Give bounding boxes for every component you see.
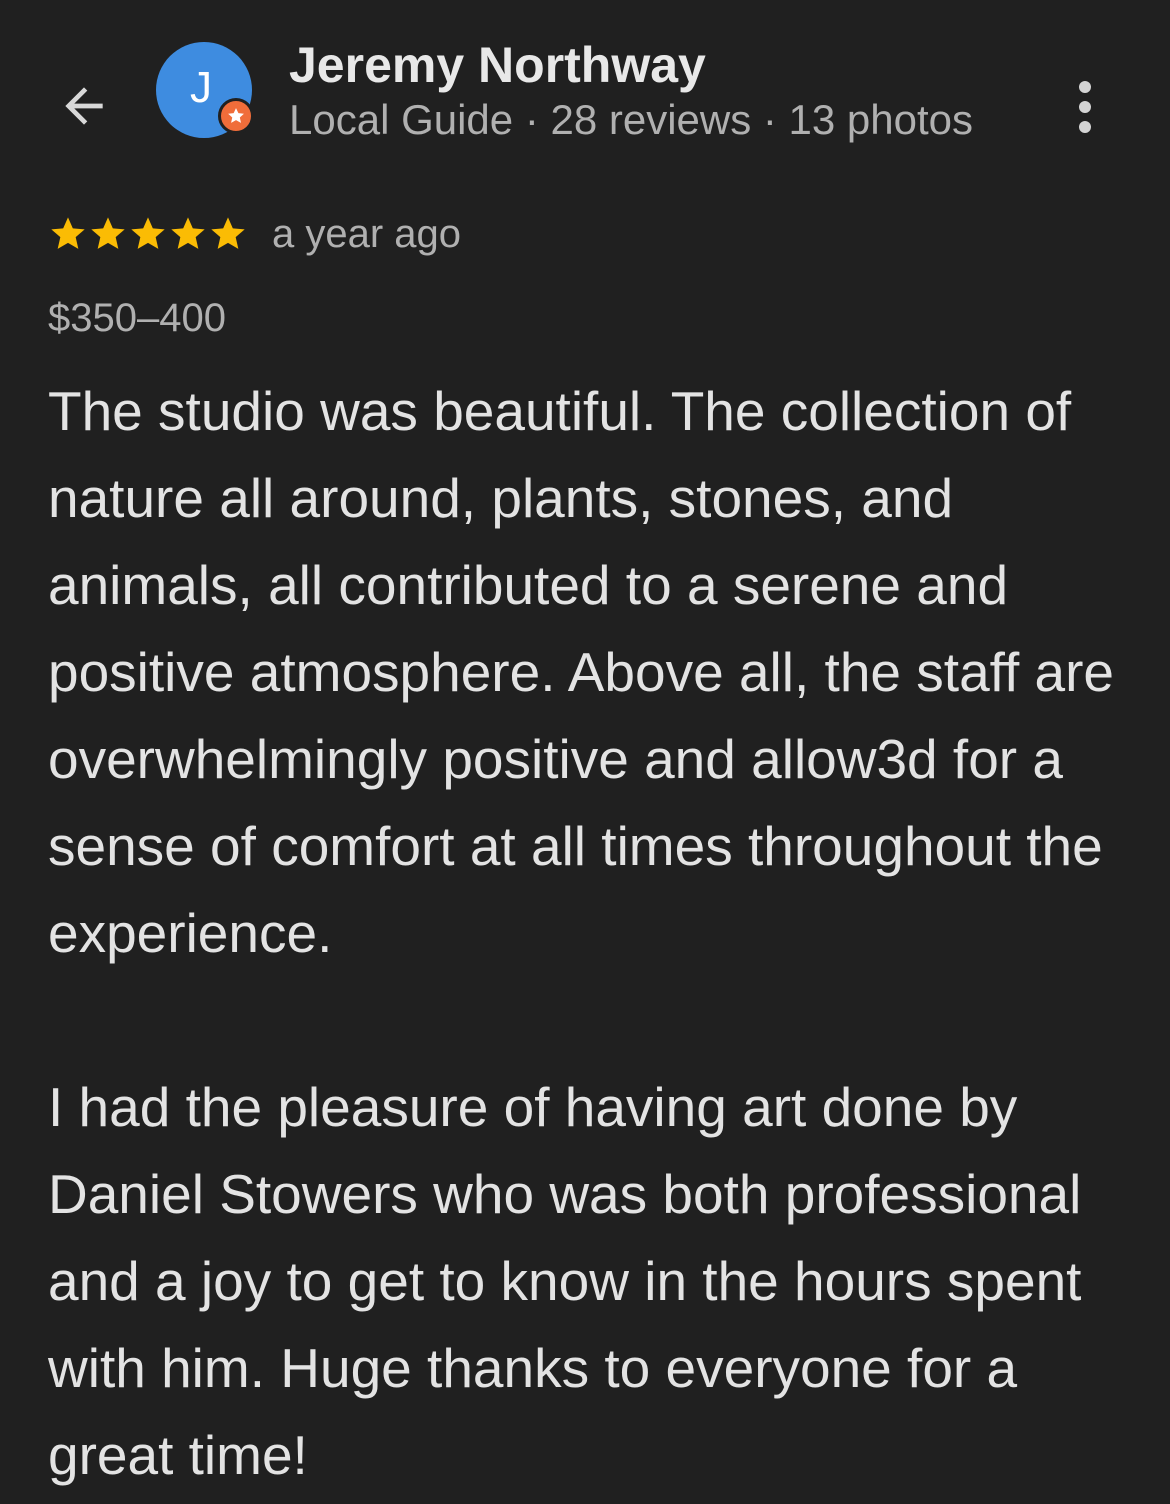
review-text: The studio was beautiful. The collection… xyxy=(48,368,1128,1499)
review-paragraph: The studio was beautiful. The collection… xyxy=(48,380,1115,964)
reviewer-meta: Local Guide · 28 reviews · 13 photos xyxy=(289,96,974,143)
local-guide-badge-icon xyxy=(218,98,254,134)
rating-row: a year ago xyxy=(48,206,461,262)
star-filled-icon xyxy=(211,217,245,249)
star-filled-icon xyxy=(131,217,165,249)
star-rating xyxy=(48,214,248,254)
more-options-button[interactable] xyxy=(1060,72,1110,142)
star-filled-icon xyxy=(51,217,85,249)
price-range: $350–400 xyxy=(48,296,226,340)
back-button[interactable] xyxy=(52,74,116,138)
review-paragraph: I had the pleasure of having art done by… xyxy=(48,1076,1082,1486)
arrow-left-icon xyxy=(65,87,103,125)
review-date: a year ago xyxy=(272,211,462,256)
more-vert-icon xyxy=(1079,81,1091,93)
star-filled-icon xyxy=(171,217,205,249)
avatar[interactable]: J xyxy=(156,42,254,138)
reviewer-name[interactable]: Jeremy Northway xyxy=(289,36,706,94)
avatar-letter: J xyxy=(190,63,212,112)
reviewer-header: J Jeremy Northway Local Guide · 28 revie… xyxy=(0,0,1170,170)
star-filled-icon xyxy=(91,217,125,249)
